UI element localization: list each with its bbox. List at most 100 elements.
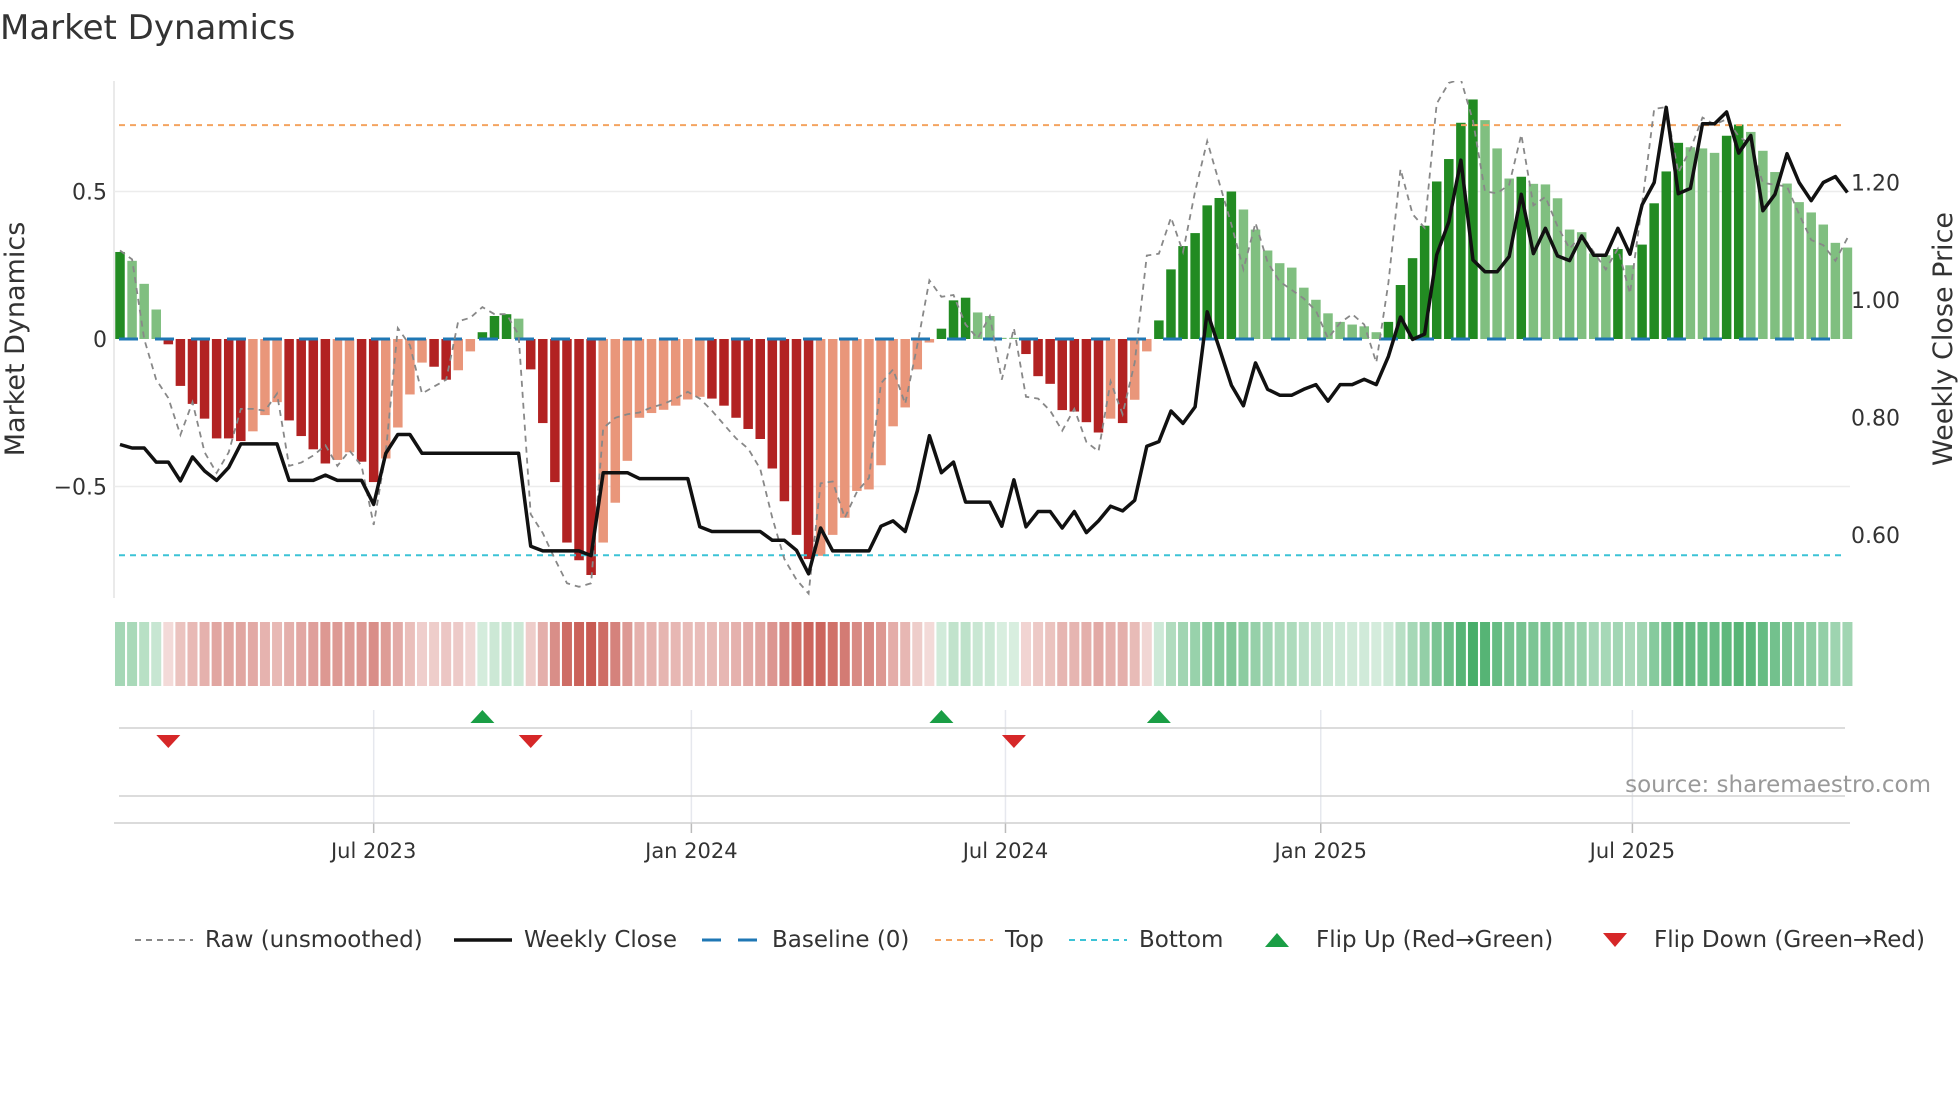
y2-tick-label: 1.20 (1851, 172, 1900, 197)
strip-cell (900, 622, 911, 686)
histogram-bar (429, 339, 439, 367)
strip-cell (1588, 622, 1599, 686)
x-tick-label: Jul 2025 (1588, 839, 1675, 863)
strip-cell (694, 622, 705, 686)
strip-cell (1830, 622, 1841, 686)
histogram-bar (381, 339, 391, 459)
strip-cell (682, 622, 693, 686)
histogram-bar (1576, 232, 1587, 339)
strip-cell (1105, 622, 1116, 686)
strip-cell (223, 622, 234, 686)
histogram-bar (368, 339, 379, 483)
strip-cell (1359, 622, 1370, 686)
histogram-bar (1540, 184, 1551, 339)
histogram-bar (948, 300, 959, 339)
histogram-bar (525, 339, 536, 370)
strip-cell (163, 622, 174, 686)
strip-cell (1540, 622, 1551, 686)
histogram-bar (1069, 339, 1080, 412)
histogram-bar (199, 339, 210, 419)
strip-cell (888, 622, 899, 686)
strip-cell (1262, 622, 1273, 686)
histogram-bar (115, 251, 125, 339)
histogram-bar (127, 260, 137, 339)
strip-cell (1745, 622, 1756, 686)
strip-cell (1709, 622, 1720, 686)
histogram-bar (1009, 337, 1019, 339)
strip-cell (1286, 622, 1297, 686)
strip-cell (1516, 622, 1527, 686)
histogram-bar (1625, 265, 1635, 339)
histogram-bar (236, 339, 246, 442)
histogram-bar (755, 339, 765, 440)
strip-cell (1395, 622, 1406, 686)
y-tick-label: 0.5 (72, 181, 107, 206)
strip-cell (948, 622, 959, 686)
histogram-bar (791, 339, 802, 535)
strip-cell (1794, 622, 1805, 686)
histogram-bar (1190, 233, 1200, 339)
strip-cell (815, 622, 826, 686)
strip-cell (1141, 622, 1152, 686)
flip-down-marker (518, 735, 543, 748)
histogram-bar (260, 339, 270, 416)
histogram-bar (1057, 339, 1067, 411)
strip-cell (1431, 622, 1442, 686)
histogram-bar (658, 339, 669, 410)
histogram-bar (574, 339, 584, 561)
y2-axis-label: Weekly Close Price (1928, 212, 1959, 466)
histogram-bar (393, 339, 403, 428)
strip-cell (706, 622, 717, 686)
strip-cell (1637, 622, 1648, 686)
histogram-bar (1383, 321, 1394, 339)
histogram-bar (417, 339, 427, 363)
x-tick-label: Jul 2023 (329, 839, 416, 863)
strip-cell (513, 622, 524, 686)
strip-cell (549, 622, 560, 686)
strip-cell (1842, 622, 1853, 686)
histogram-bar (1818, 224, 1829, 339)
legend-label: Flip Down (Green→Red) (1654, 927, 1925, 953)
histogram-bar (308, 339, 319, 450)
histogram-bar (465, 339, 476, 352)
histogram-bar (683, 339, 693, 400)
strip-cell (235, 622, 246, 686)
triangle-down-icon (1603, 933, 1627, 947)
legend-label: Raw (unsmoothed) (205, 927, 423, 953)
histogram-bar (550, 339, 560, 483)
strip-cell (1504, 622, 1515, 686)
strip-cell (1335, 622, 1346, 686)
strip-cell (1552, 622, 1563, 686)
strip-cell (1769, 622, 1780, 686)
y-tick-label: −0.5 (54, 476, 107, 501)
strip-cell (308, 622, 319, 686)
strip-cell (1492, 622, 1503, 686)
strip-cell (646, 622, 657, 686)
strip-cell (658, 622, 669, 686)
histogram-bar (562, 339, 572, 543)
histogram-bar (1287, 267, 1297, 339)
histogram-bar (634, 339, 645, 418)
histogram-bar (453, 339, 463, 371)
histogram-bar (1697, 148, 1708, 339)
strip-cell (115, 622, 125, 686)
x-tick-label: Jan 2024 (643, 839, 738, 863)
strip-cell (972, 622, 983, 686)
strength-strip (115, 622, 1853, 686)
histogram-bar (610, 339, 621, 503)
strip-cell (755, 622, 766, 686)
histogram-bar (489, 315, 500, 339)
strip-cell (1697, 622, 1708, 686)
histogram-bar (1613, 249, 1623, 339)
y2-tick-label: 0.60 (1851, 524, 1900, 549)
histogram-bar (1166, 269, 1176, 339)
histogram-bar (344, 339, 355, 453)
flip-markers (156, 710, 1171, 748)
strip-cell (477, 622, 488, 686)
strip-cell (1093, 622, 1104, 686)
legend-baseline-line-icon (702, 938, 760, 942)
histogram-bar (888, 339, 898, 427)
y2-tick-label: 0.80 (1851, 407, 1900, 432)
strip-cell (344, 622, 355, 686)
histogram-bar (1129, 339, 1140, 400)
